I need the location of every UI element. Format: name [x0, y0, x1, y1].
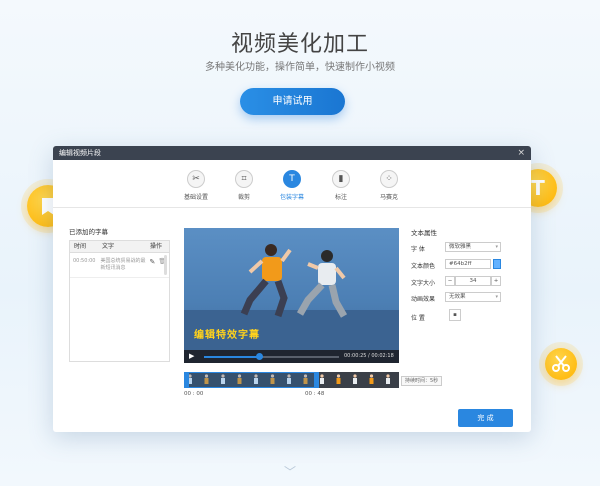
thumbnail-figure: [369, 378, 374, 384]
size-input[interactable]: 34: [455, 276, 491, 286]
hero-title: 视频美化加工: [230, 32, 369, 57]
tool-basic-settings[interactable]: ✂ 基础设置: [176, 170, 216, 201]
thumbnail-figure: [353, 374, 357, 378]
thumbnail-figure: [336, 374, 341, 378]
tool-label: 马赛克: [379, 194, 398, 201]
tool-crop[interactable]: ⌗ 裁剪: [224, 170, 264, 201]
bookmark-icon: ▮: [332, 170, 350, 188]
dialog-header: 编辑视频片段 ×: [53, 146, 531, 160]
table-scrollbar[interactable]: [164, 255, 167, 275]
thumbnail-figure: [386, 374, 390, 378]
thumbnail-figure: [369, 374, 374, 378]
subtitle-table: 时间 文字 操作 00:50:00 美国总统贸易战的最新短讯消息 ✎ 🗑: [69, 240, 170, 362]
scissors-badge-icon: [545, 348, 577, 380]
left-trim-handle[interactable]: [185, 373, 189, 387]
crop-icon: ⌗: [235, 170, 253, 188]
timeline-strip[interactable]: [184, 372, 399, 388]
added-subtitles-title: 已添加的字幕: [69, 228, 108, 236]
thumbnail-figure: [386, 378, 390, 384]
timeline-end-time: 00 : 48: [305, 391, 325, 397]
animation-label: 动画效果: [411, 296, 436, 303]
dialog-title: 编辑视频片段: [59, 149, 101, 157]
tool-label: 标注: [334, 194, 347, 201]
color-label: 文本颜色: [411, 263, 436, 270]
apply-trial-button[interactable]: 申请试用: [240, 88, 345, 115]
table-header: 时间 文字 操作: [70, 241, 169, 253]
video-caption-text[interactable]: 编辑特效字幕: [194, 326, 260, 341]
chevron-down-icon: ▾: [495, 244, 498, 250]
video-controls: ▶ 00:00:25 / 00:02:18: [184, 350, 399, 363]
progress-handle[interactable]: [256, 353, 264, 360]
scroll-down-chevron-icon[interactable]: ﹀: [284, 463, 296, 480]
thumbnail-figure: [320, 378, 324, 384]
size-label: 文字大小: [411, 280, 436, 287]
table-row[interactable]: 00:50:00 美国总统贸易战的最新短讯消息 ✎ 🗑: [70, 253, 169, 278]
color-input[interactable]: #64b2ff: [445, 259, 491, 269]
thumbnail-figure: [320, 374, 324, 378]
position-picker[interactable]: ▪: [449, 309, 461, 321]
size-decrease-button[interactable]: −: [445, 276, 455, 286]
tool-label: 包装字幕: [279, 194, 304, 201]
done-button[interactable]: 完 成: [458, 409, 513, 427]
tool-subtitles[interactable]: T 包装字幕: [272, 170, 312, 201]
chevron-down-icon: ▾: [495, 294, 498, 300]
font-value: 微软雅黑: [449, 244, 472, 250]
timeline-selection[interactable]: [184, 372, 320, 388]
position-label: 位 置: [411, 315, 425, 322]
text-badge-glyph: T: [531, 176, 545, 200]
tool-label: 基础设置: [183, 194, 208, 201]
mosaic-icon: ⁘: [380, 170, 398, 188]
scissors-icon: ✂: [187, 170, 205, 188]
duration-label: 持续时间：5秒: [401, 376, 443, 386]
tool-annotate[interactable]: ▮ 标注: [321, 170, 361, 201]
text-icon: T: [283, 170, 301, 188]
tool-mosaic[interactable]: ⁘ 马赛克: [369, 170, 409, 201]
font-label: 字 体: [411, 246, 425, 253]
size-increase-button[interactable]: +: [491, 276, 501, 286]
edit-icon[interactable]: ✎: [150, 258, 156, 272]
thumbnail-figure: [336, 378, 341, 384]
color-swatch[interactable]: [493, 259, 501, 269]
animation-select[interactable]: 无效果 ▾: [445, 292, 501, 302]
progress-fill: [204, 356, 260, 358]
row-time: 00:50:00: [73, 258, 96, 264]
animation-value: 无效果: [449, 294, 466, 300]
video-preview[interactable]: 编辑特效字幕 ▶ 00:00:25 / 00:02:18: [184, 228, 399, 363]
right-trim-handle[interactable]: [314, 373, 319, 387]
timeline-start-time: 00 : 00: [184, 391, 204, 397]
play-icon[interactable]: ▶: [189, 352, 194, 360]
font-select[interactable]: 微软雅黑 ▾: [445, 242, 501, 252]
col-actions: 操作: [150, 243, 163, 250]
col-time: 时间: [74, 243, 87, 250]
tool-label: 裁剪: [237, 194, 250, 201]
text-props-title: 文本属性: [411, 229, 437, 237]
edit-video-dialog: 编辑视频片段 × ✂ 基础设置 ⌗ 裁剪 T 包装字幕 ▮ 标注 ⁘ 马赛克 已…: [53, 146, 531, 432]
time-display: 00:00:25 / 00:02:18: [344, 353, 394, 359]
col-text: 文字: [102, 243, 115, 250]
row-text: 美国总统贸易战的最新短讯消息: [100, 258, 146, 271]
tool-bar: ✂ 基础设置 ⌗ 裁剪 T 包装字幕 ▮ 标注 ⁘ 马赛克: [53, 170, 531, 208]
close-icon[interactable]: ×: [517, 146, 525, 160]
thumbnail-figure: [353, 378, 357, 384]
hero-subtitle: 多种美化功能，操作简单，快速制作小视频: [205, 62, 395, 73]
